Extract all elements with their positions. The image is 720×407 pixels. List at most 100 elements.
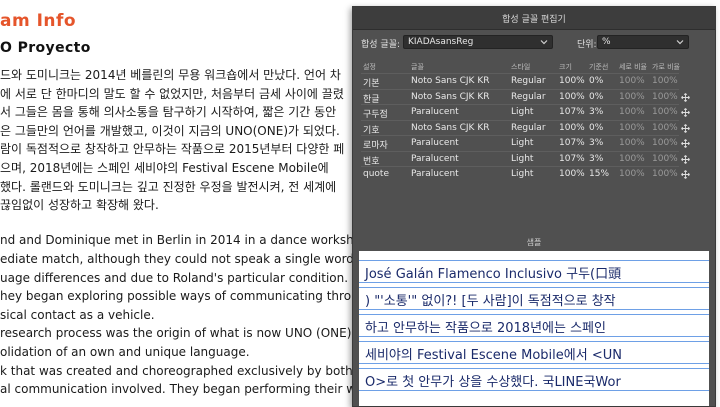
cell-baseline: 0% [589, 91, 604, 102]
cell-style: Regular [511, 122, 546, 133]
cell-font: Noto Sans CJK KR [411, 91, 490, 102]
cell-font: Paralucent [411, 138, 459, 148]
sample-text-line: José Galán Flamenco Inclusivo 구두(口頭 [359, 260, 709, 289]
baseline-guide [359, 282, 709, 283]
cell-style: Regular [511, 91, 546, 102]
cell-vscale: 100% [619, 169, 645, 179]
cell-size: 100% [559, 76, 585, 86]
cell-hscale: 100% [652, 169, 678, 179]
body-text-line: sical contact as a vehicle. [0, 307, 155, 322]
baseline-guide [359, 390, 709, 391]
cell-setting: 기호 [363, 125, 380, 136]
composite-font-editor-panel: 합성 글꼴 편집기 합성 글꼴: KIADAsansReg 단위: % 설정 글… [352, 6, 716, 407]
column-header-size: 크기 [559, 63, 572, 71]
cell-style: Regular [511, 76, 546, 86]
cell-baseline: 3% [589, 153, 604, 164]
table-row[interactable]: 기본 Noto Sans CJK KR Regular 100% 0% 100% 100% [361, 73, 679, 89]
baseline-guide [359, 309, 709, 310]
cell-hscale: 100% [652, 122, 678, 133]
column-header-hscale: 가로 비율 [652, 63, 680, 71]
table-row[interactable]: 구두점 Paralucent Light 107% 3% 100% 100% [361, 104, 690, 120]
baseline-guide [359, 336, 709, 337]
sample-text-line: O>로 첫 안무가 상을 수상했다. 국LINE국Wor [359, 368, 709, 397]
body-text-line: 람이 독점적으로 창작하고 안무하는 작품으로 2015년부터 다양한 페 [0, 142, 345, 157]
cell-hscale: 100% [652, 153, 678, 164]
move-icon[interactable] [681, 154, 690, 164]
cell-vscale: 100% [619, 138, 645, 148]
cell-font: Noto Sans CJK KR [411, 122, 490, 133]
baseline-guide [359, 260, 709, 261]
cell-baseline: 0% [589, 76, 604, 86]
composite-font-select[interactable]: KIADAsansReg [403, 35, 553, 49]
table-header: 설정 글꼴 스타일 크기 기준선 세로 비율 가로 비율 [361, 59, 680, 73]
sample-label: 샘플 [526, 238, 542, 247]
cell-vscale: 100% [619, 122, 645, 133]
move-icon[interactable] [681, 123, 690, 133]
cell-vscale: 100% [619, 91, 645, 102]
cell-baseline: 3% [589, 138, 604, 148]
body-text-line: 에 서로 단 한마디의 말도 할 수 없었지만, 처음부터 금세 사이에 끌렸 [0, 86, 344, 101]
unit-value: % [602, 37, 611, 47]
document-title: am Info [0, 11, 77, 31]
body-text-line: 은 그들만의 언어를 개발했고, 이것이 지금의 UNO(ONE)가 되었다. [0, 123, 340, 138]
cell-style: Light [511, 153, 534, 164]
sample-text-line: ) "'소통'" 없이?! [두 사람]이 독점적으로 창작 [359, 287, 709, 316]
move-icon[interactable] [681, 170, 690, 179]
table-row[interactable]: 기호 Noto Sans CJK KR Regular 100% 0% 100% 100% [361, 119, 690, 136]
move-icon[interactable] [681, 139, 690, 148]
cell-font: Paralucent [411, 107, 459, 117]
move-icon[interactable] [681, 108, 690, 117]
cell-setting: 구두점 [363, 110, 388, 120]
body-text-line: al communication involved. They began pe… [0, 382, 364, 397]
sample-text-content: 하고 안무하는 작품으로 2018년에는 스페인 [365, 321, 606, 336]
body-text-line: 으며, 2018년에는 스페인 세비야의 Festival Escene Mob… [0, 161, 329, 175]
column-header-setting: 설정 [363, 63, 376, 71]
column-header-vscale: 세로 비율 [619, 63, 647, 71]
chevron-down-icon [540, 40, 548, 45]
body-text-line: hey began exploring possible ways of com… [0, 289, 359, 304]
cell-setting: quote [363, 169, 389, 179]
cell-size: 100% [559, 91, 585, 102]
cell-size: 107% [559, 153, 585, 164]
column-header-font: 글꼴 [411, 63, 424, 71]
composite-font-label: 합성 글꼴: [361, 40, 401, 50]
body-text-line: k that was created and choreographed exc… [0, 363, 364, 378]
sample-preview: José Galán Flamenco Inclusivo 구두(口頭 ) "'소… [359, 251, 709, 406]
panel-titlebar[interactable]: 합성 글꼴 편집기 [353, 7, 715, 30]
sample-text-content: José Galán Flamenco Inclusivo 구두(口頭 [365, 267, 622, 282]
cell-font: Paralucent [411, 153, 459, 164]
unit-select[interactable]: % [597, 35, 689, 49]
table-row[interactable]: quote Paralucent Light 100% 15% 100% 100% [361, 166, 690, 182]
cell-setting: 한글 [363, 94, 380, 105]
baseline-guide [359, 341, 709, 342]
cell-size: 100% [559, 169, 585, 179]
cell-size: 107% [559, 107, 585, 117]
body-text-line: 드와 도미니크는 2014년 베를린의 무용 워크숍에서 만났다. 언어 차 [0, 68, 341, 82]
cell-setting: 로마자 [363, 141, 388, 151]
body-text-line: research process was the origin of what … [0, 326, 352, 341]
sample-text-content: 세비야의 Festival Escene Mobile에서 <UN [365, 348, 622, 363]
unit-label: 단위: [577, 40, 597, 50]
baseline-guide [359, 368, 709, 369]
cell-hscale: 100% [652, 91, 678, 102]
cell-hscale: 100% [652, 107, 678, 117]
sample-text-content: ) "'소통'" 없이?! [두 사람]이 독점적으로 창작 [365, 294, 616, 309]
table-row[interactable]: 로마자 Paralucent Light 107% 3% 100% 100% [361, 135, 690, 151]
cell-vscale: 100% [619, 107, 645, 117]
move-icon[interactable] [681, 92, 690, 102]
body-text-line: uage differences and due to Roland's par… [0, 270, 349, 285]
baseline-guide [359, 287, 709, 288]
column-header-baseline: 기준선 [589, 63, 609, 71]
baseline-guide [359, 314, 709, 315]
baseline-guide [359, 363, 709, 364]
table-row[interactable]: 한글 Noto Sans CJK KR Regular 100% 0% 100% 100% [361, 88, 690, 105]
cell-style: Light [511, 107, 534, 117]
body-text-line: nd and Dominique met in Berlin in 2014 i… [0, 233, 369, 248]
body-text-line: 끊임없이 성장하고 확장해 왔다. [0, 198, 159, 213]
cell-font: Paralucent [411, 169, 459, 179]
table-row[interactable]: 번호 Paralucent Light 107% 3% 100% 100% [361, 150, 690, 167]
cell-vscale: 100% [619, 153, 645, 164]
chevron-down-icon [676, 40, 684, 45]
cell-baseline: 0% [589, 122, 604, 133]
sample-text-line: 세비야의 Festival Escene Mobile에서 <UN [359, 341, 709, 370]
